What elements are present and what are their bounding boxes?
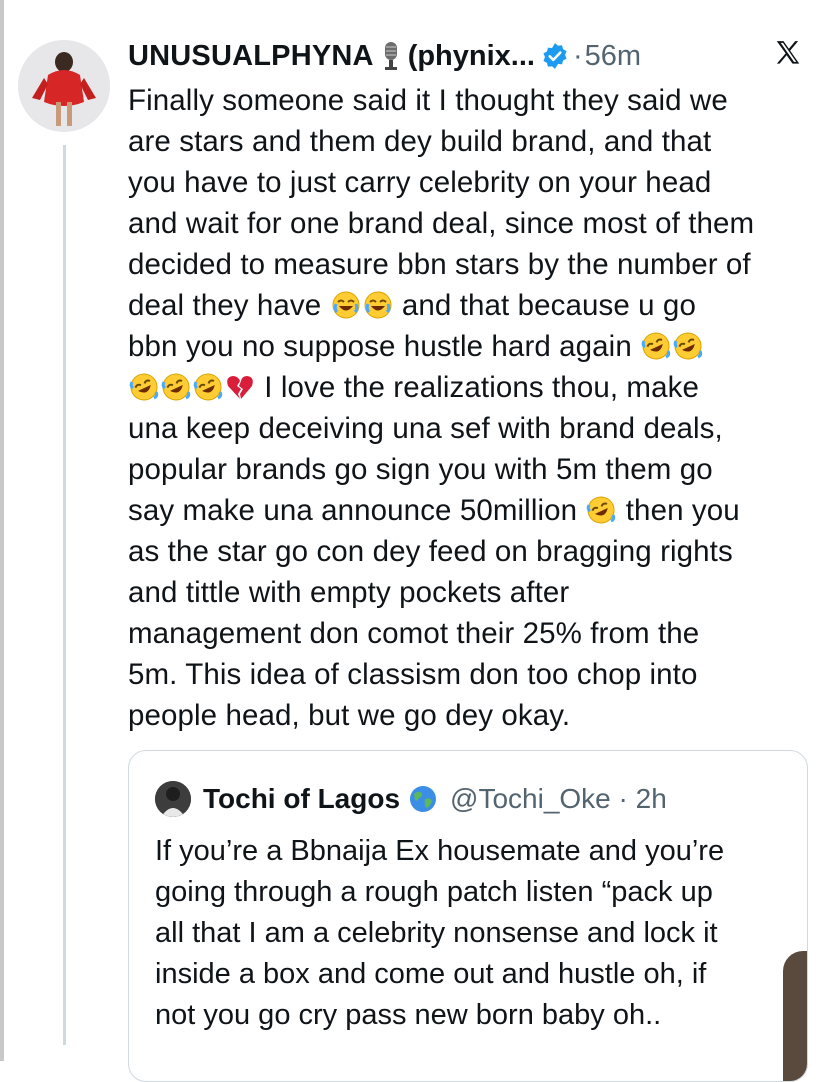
separator-dot: · [572, 39, 583, 72]
quoted-tweet-card[interactable]: Tochi of Lagos @Tochi_Oke · 2h If you’re… [128, 750, 808, 1082]
left-window-edge [0, 0, 4, 1061]
rofl-emoji [193, 373, 223, 401]
joy-emoji [332, 291, 360, 319]
rofl-emoji [129, 373, 159, 401]
tweet-text-part-1: Finally someone said it I thought they s… [128, 84, 755, 322]
joy-emoji [364, 291, 392, 319]
broken-heart-emoji [227, 376, 253, 399]
microphone-icon [378, 41, 404, 71]
verified-icon [541, 42, 569, 70]
author-avatar[interactable] [18, 40, 110, 132]
quoted-author-handle[interactable]: @Tochi_Oke · 2h [450, 783, 667, 815]
tweet-body: Finally someone said it I thought they s… [128, 80, 808, 736]
thread-line [63, 145, 66, 1045]
x-logo-icon[interactable] [773, 38, 803, 68]
tweet-text-part-4: then you as the star go con dey feed on … [128, 494, 740, 732]
tweet-header: UNUSUALPHYNA (phynix... · 56m [128, 34, 801, 78]
quoted-media-thumbnail[interactable] [783, 951, 807, 1081]
tweet-timestamp[interactable]: 56m [585, 40, 641, 73]
globe-icon [408, 784, 438, 814]
rofl-emoji [641, 332, 671, 360]
author-display-name[interactable]: UNUSUALPHYNA [128, 40, 374, 73]
quoted-author-name[interactable]: Tochi of Lagos [203, 783, 400, 815]
author-handle[interactable]: (phynix... [408, 40, 535, 73]
quoted-tweet-header: Tochi of Lagos @Tochi_Oke · 2h [155, 779, 667, 819]
quoted-tweet-body: If you’re a Bbnaija Ex housemate and you… [155, 835, 725, 1031]
rofl-emoji [161, 373, 191, 401]
rofl-emoji [587, 496, 616, 524]
rofl-emoji [673, 332, 703, 360]
quoted-author-avatar[interactable] [155, 781, 191, 817]
